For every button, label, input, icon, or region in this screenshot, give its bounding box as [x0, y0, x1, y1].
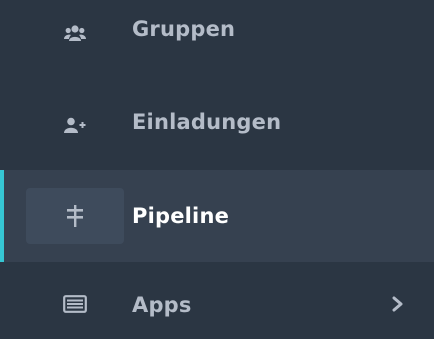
pipeline-icon	[26, 188, 124, 244]
active-indicator	[0, 170, 4, 262]
sidebar-item-label: Gruppen	[132, 17, 236, 41]
sidebar-item-label: Apps	[132, 293, 192, 317]
chevron-right-icon[interactable]	[384, 290, 412, 318]
sidebar-menu: Gruppen Einladungen Pipeline Apps	[0, 0, 434, 339]
sidebar-item-label: Pipeline	[132, 204, 230, 228]
sidebar-item-gruppen[interactable]: Gruppen	[0, 0, 434, 68]
apps-icon	[26, 276, 124, 332]
users-icon	[26, 6, 124, 62]
sidebar-item-apps[interactable]: Apps	[0, 270, 434, 339]
sidebar-item-einladungen[interactable]: Einladungen	[0, 92, 434, 160]
user-plus-icon	[26, 98, 124, 154]
sidebar-item-label: Einladungen	[132, 110, 282, 134]
sidebar-item-pipeline[interactable]: Pipeline	[0, 170, 434, 262]
